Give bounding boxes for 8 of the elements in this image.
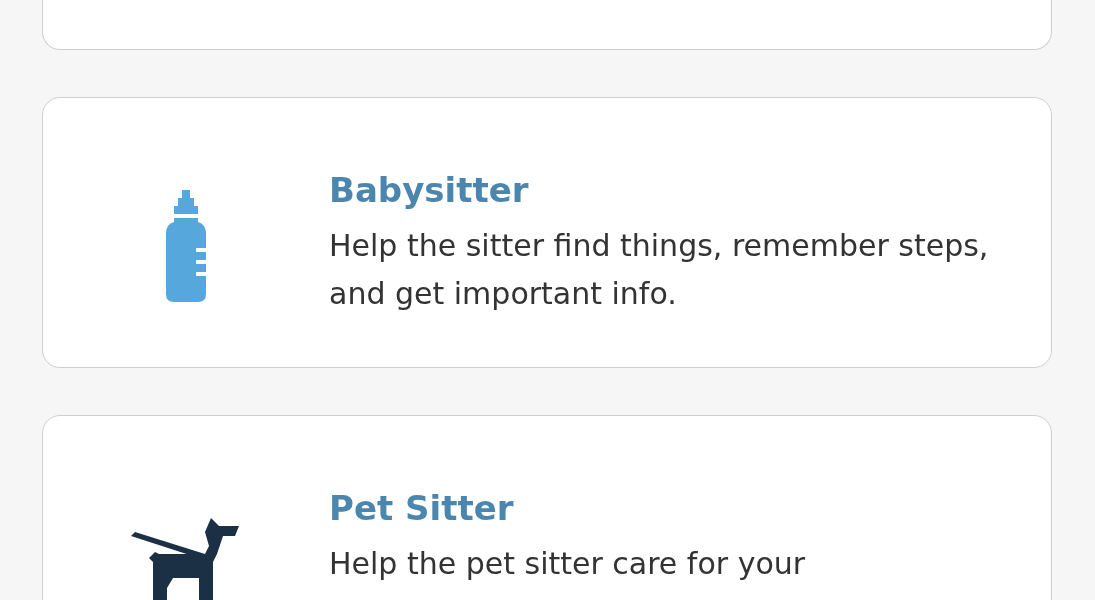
card-background[interactable] <box>42 0 1052 50</box>
card-title: Babysitter <box>329 169 530 212</box>
card-description: Help the sitter find things, remember steps, and get important info. <box>329 227 990 313</box>
card-description: Help the pet sitter care for your <box>329 545 807 583</box>
card-title: Pet Sitter <box>329 487 515 530</box>
sitter-card[interactable]: Pet Sitter Help the pet sitter care for your <box>42 415 1052 600</box>
dog-on-leash-icon <box>131 518 241 600</box>
sitter-card[interactable]: Babysitter Help the sitter find things, remember steps, and get important info. <box>42 97 1052 368</box>
